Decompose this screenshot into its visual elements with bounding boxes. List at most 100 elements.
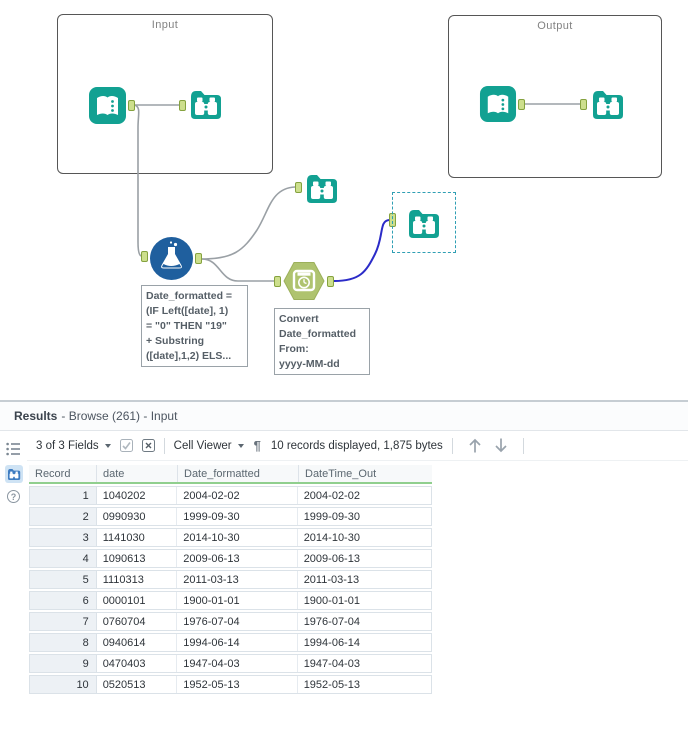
formula-tool[interactable] xyxy=(150,237,193,285)
cell-viewer-label: Cell Viewer xyxy=(173,439,232,452)
datetime-tool[interactable] xyxy=(282,261,326,306)
output-anchor[interactable] xyxy=(195,253,202,264)
annotation-line: From: xyxy=(279,343,309,355)
record-number-cell: 10 xyxy=(30,676,97,693)
output-anchor[interactable] xyxy=(128,100,135,111)
column-header[interactable]: DateTime_Out xyxy=(298,465,432,482)
annotation-line: Date_formatted = xyxy=(146,290,233,302)
data-cell: 1999-09-30 xyxy=(303,510,360,523)
results-grid: Record date Date_formatted DateTime_Out 1 10… xyxy=(29,465,688,694)
toolbar-divider xyxy=(522,437,524,454)
input-anchor[interactable] xyxy=(274,276,281,287)
results-pane: Results - Browse (261) - Input ? 3 of 3 … xyxy=(0,400,688,739)
select-all-fields-button[interactable] xyxy=(119,439,133,452)
scroll-up-button[interactable] xyxy=(467,437,483,454)
table-row[interactable]: 9 0470403 1947-04-03 1947-04-03 xyxy=(29,654,432,673)
arrow-up-icon xyxy=(469,438,481,453)
browse-icon xyxy=(409,210,439,238)
input-data-tool[interactable] xyxy=(88,86,127,130)
input-data-icon xyxy=(89,87,126,124)
data-cell: 1994-06-14 xyxy=(303,636,360,649)
data-cell: 0470403 xyxy=(97,655,178,672)
scroll-down-button[interactable] xyxy=(493,437,509,454)
chevron-down-icon xyxy=(237,443,244,448)
formula-annotation[interactable]: Date_formatted = (IF Left([date], 1) = "… xyxy=(141,285,248,367)
data-view-button[interactable] xyxy=(4,465,23,483)
data-cell: 1110313 xyxy=(97,571,178,588)
fields-dropdown[interactable]: 3 of 3 Fields xyxy=(36,440,111,452)
data-cell: 1900-01-01 xyxy=(177,592,298,609)
data-cell: 2011-03-13 xyxy=(303,573,360,586)
input-anchor[interactable] xyxy=(141,251,148,262)
data-cell: 2009-06-13 xyxy=(303,552,360,565)
data-cell: 2014-10-30 xyxy=(303,531,360,544)
toolbar-divider xyxy=(451,437,453,454)
input-anchor[interactable] xyxy=(580,99,587,110)
data-cell: 1976-07-04 xyxy=(177,613,298,630)
results-view-gutter: ? xyxy=(0,431,27,737)
results-table-body: 1 1040202 2004-02-02 2004-02-02 2 0990930 1999… xyxy=(29,486,688,694)
output-anchor[interactable] xyxy=(327,276,334,287)
data-cell: 0520513 xyxy=(97,676,178,693)
data-cell: 2009-06-13 xyxy=(177,550,298,567)
output-anchor[interactable] xyxy=(518,99,525,110)
connection-formula-to-datetime xyxy=(201,258,274,282)
table-row[interactable]: 5 1110313 2011-03-13 2011-03-13 xyxy=(29,570,432,589)
table-row[interactable]: 6 0000101 1900-01-01 1900-01-01 xyxy=(29,591,432,610)
data-cell: 1040202 xyxy=(97,487,178,504)
input-anchor[interactable] xyxy=(295,182,302,193)
record-number-cell: 4 xyxy=(30,550,97,567)
table-row[interactable]: 7 0760704 1976-07-04 1976-07-04 xyxy=(29,612,432,631)
connection-formula-to-browse xyxy=(201,186,296,260)
data-cell: 1900-01-01 xyxy=(303,594,360,607)
metadata-view-button[interactable] xyxy=(5,440,23,458)
browse-icon xyxy=(593,91,623,119)
data-cell: 0760704 xyxy=(97,613,178,630)
record-number-cell: 9 xyxy=(30,655,97,672)
workflow-canvas[interactable]: Input Output Date_formatted = (IF Left([… xyxy=(0,0,688,400)
table-row[interactable]: 3 1141030 2014-10-30 2014-10-30 xyxy=(29,528,432,547)
checkbox-icon xyxy=(119,439,133,452)
question-icon: ? xyxy=(10,491,17,502)
data-cell: 2011-03-13 xyxy=(177,571,298,588)
results-toolbar: 3 of 3 Fields Cell Viewer ¶ 10 records d… xyxy=(27,431,688,461)
data-cell: 1952-05-13 xyxy=(177,676,298,693)
browse-icon xyxy=(307,175,337,203)
table-row[interactable]: 2 0990930 1999-09-30 1999-09-30 xyxy=(29,507,432,526)
table-row[interactable]: 10 0520513 1952-05-13 1952-05-13 xyxy=(29,675,432,694)
record-number-cell: 1 xyxy=(30,487,97,504)
arrow-down-icon xyxy=(495,438,507,453)
datetime-annotation[interactable]: Convert Date_formatted From: yyyy-MM-dd xyxy=(274,308,370,375)
browse-tool[interactable] xyxy=(303,169,341,212)
data-cell: 1994-06-14 xyxy=(177,634,298,651)
browse-tool-selected[interactable] xyxy=(405,204,443,247)
table-row[interactable]: 8 0940614 1994-06-14 1994-06-14 xyxy=(29,633,432,652)
column-header[interactable]: date xyxy=(96,465,177,482)
deselect-all-fields-button[interactable] xyxy=(141,439,155,452)
column-header[interactable]: Record xyxy=(29,465,96,482)
table-header-row: Record date Date_formatted DateTime_Out xyxy=(29,465,432,484)
input-data-tool[interactable] xyxy=(479,85,517,128)
whitespace-toggle-icon[interactable]: ¶ xyxy=(254,438,261,453)
data-cell: 1947-04-03 xyxy=(303,657,360,670)
data-cell: 1947-04-03 xyxy=(177,655,298,672)
chevron-down-icon xyxy=(104,443,111,448)
annotation-line: = "0" THEN "19" xyxy=(146,320,227,332)
container-label: Output xyxy=(537,20,573,32)
help-button[interactable]: ? xyxy=(7,490,20,503)
x-box-icon xyxy=(141,439,155,452)
input-anchor[interactable] xyxy=(179,100,186,111)
browse-tool[interactable] xyxy=(187,85,225,128)
toolbar-divider xyxy=(163,437,165,454)
table-row[interactable]: 4 1090613 2009-06-13 2009-06-13 xyxy=(29,549,432,568)
cell-viewer-dropdown[interactable]: Cell Viewer xyxy=(174,440,244,452)
list-icon xyxy=(6,442,20,456)
browse-tool[interactable] xyxy=(589,85,627,128)
annotation-line: yyyy-MM-dd xyxy=(279,358,340,370)
column-header[interactable]: Date_formatted xyxy=(177,465,298,482)
table-row[interactable]: 1 1040202 2004-02-02 2004-02-02 xyxy=(29,486,432,505)
data-cell: 2004-02-02 xyxy=(177,487,298,504)
records-summary: 10 records displayed, 1,875 bytes xyxy=(270,439,443,452)
record-number-cell: 5 xyxy=(30,571,97,588)
connection-datetime-to-browse-selected xyxy=(333,219,390,282)
